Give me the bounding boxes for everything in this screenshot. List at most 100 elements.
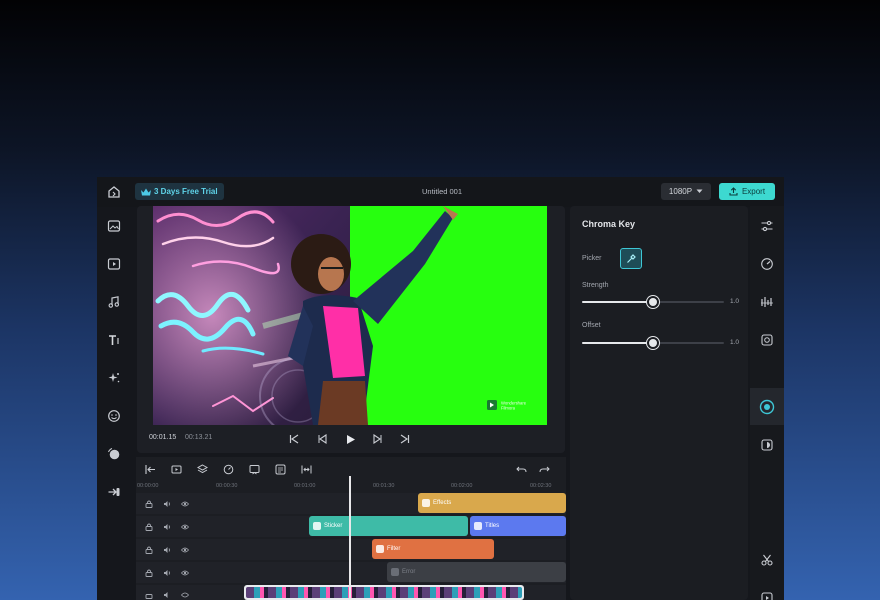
layers-icon[interactable] [195,462,209,476]
video-icon[interactable] [105,255,123,273]
preview-panel: Wondershare Filmora [137,206,565,472]
video-thumbnails [246,587,522,598]
scissors-icon[interactable] [758,551,776,569]
eye-icon[interactable] [180,499,190,509]
resolution-value: 1080P [668,187,693,196]
play-icon[interactable] [343,432,357,446]
redo-icon[interactable] [537,462,551,476]
panel-title: Chroma Key [582,219,636,229]
track-row [136,539,566,560]
eye-icon[interactable] [180,568,190,578]
volume-icon[interactable] [162,522,172,532]
effects-clip[interactable]: Effects [418,493,566,513]
filter-clip-label: Filter [387,546,401,552]
right-toolbar [750,206,784,600]
speedometer-icon[interactable] [758,255,776,273]
strength-slider[interactable] [582,296,724,308]
strength-slider-knob[interactable] [647,296,659,308]
lock-icon[interactable] [144,568,154,578]
sticker-clip-label: Sticker [324,523,343,529]
effects-clip-label: Effects [433,500,452,506]
undo-icon[interactable] [514,462,528,476]
lock-icon[interactable] [144,499,154,509]
chroma-key-icon[interactable] [758,398,776,416]
frame-forward-icon[interactable] [370,432,384,446]
volume-icon[interactable] [162,499,172,509]
mask-icon[interactable] [758,436,776,454]
current-time: 00:01.15 [149,434,177,441]
upload-icon [729,187,738,196]
picker-button[interactable] [620,248,642,269]
filter-clip[interactable]: Filter [372,539,494,559]
properties-panel: Chroma Key Picker Strength 1.0 Offset 1.… [570,206,748,600]
split-left-icon[interactable] [143,462,157,476]
strength-slider-fill [582,301,653,303]
offset-slider-fill [582,342,653,344]
resolution-select[interactable]: 1080P [661,183,711,200]
home-icon[interactable] [105,183,123,201]
transition-icon[interactable] [105,483,123,501]
lock-icon[interactable] [144,590,154,600]
titles-clip[interactable]: Titles [470,516,566,536]
free-trial-badge[interactable]: 3 Days Free Trial [135,183,224,200]
offset-slider[interactable] [582,337,724,349]
titles-clip-label: Titles [485,523,500,529]
lock-icon[interactable] [144,522,154,532]
top-bar: 3 Days Free Trial Untitled 001 1080P Exp… [97,177,784,207]
crop-icon[interactable] [247,462,261,476]
lock-icon[interactable] [144,545,154,555]
volume-icon[interactable] [162,568,172,578]
video-clip[interactable] [244,585,524,600]
adjust-icon[interactable] [758,217,776,235]
skip-forward-icon[interactable] [398,432,412,446]
error-clip-label: Error [402,569,416,575]
ruler-tick: 00:01:30 [373,483,395,489]
frame-back-icon[interactable] [316,432,330,446]
export-label: Export [741,187,766,196]
svg-text:Filmora: Filmora [501,406,516,411]
color-icon[interactable] [758,331,776,349]
offset-slider-knob[interactable] [647,337,659,349]
error-clip[interactable]: Error [387,562,566,582]
eye-icon[interactable] [180,545,190,555]
playhead[interactable] [349,476,351,600]
left-toolbar [97,207,133,600]
media-add-icon[interactable] [169,462,183,476]
filter-icon[interactable] [105,445,123,463]
effects-icon[interactable] [105,369,123,387]
sticker-icon[interactable] [105,407,123,425]
ruler-tick: 00:00:00 [137,483,159,489]
total-time: 00:13.21 [185,434,213,441]
subtitle-icon[interactable] [273,462,287,476]
editor-window: 3 Days Free Trial Untitled 001 1080P Exp… [97,177,784,600]
export-button[interactable]: Export [719,183,775,200]
strength-value: 1.0 [730,298,740,305]
ruler-tick: 00:02:30 [530,483,552,489]
document-title: Untitled 001 [421,187,463,196]
eye-icon[interactable] [180,590,190,600]
trial-label: 3 Days Free Trial [154,187,218,196]
music-icon[interactable] [105,293,123,311]
ruler-tick: 00:00:30 [216,483,238,489]
add-media-icon[interactable] [758,589,776,600]
speed-icon[interactable] [221,462,235,476]
sticker-clip-icon [313,522,321,530]
strength-label: Strength [582,282,609,289]
error-clip-icon [391,568,399,576]
fit-width-icon[interactable] [299,462,313,476]
volume-icon[interactable] [162,545,172,555]
filter-clip-icon [376,545,384,553]
volume-icon[interactable] [162,590,172,600]
ruler-tick: 00:02:00 [451,483,473,489]
text-icon[interactable] [105,331,123,349]
crown-icon [141,188,151,196]
image-icon[interactable] [105,217,123,235]
timeline-panel: 00:00:00 00:00:30 00:01:00 00:01:30 00:0… [136,457,566,600]
skip-back-icon[interactable] [287,432,301,446]
eye-icon[interactable] [180,522,190,532]
audio-levels-icon[interactable] [758,293,776,311]
video-preview[interactable]: Wondershare Filmora [153,206,547,425]
offset-value: 1.0 [730,339,740,346]
sticker-clip[interactable]: Sticker [309,516,468,536]
ruler-tick: 00:01:00 [294,483,316,489]
